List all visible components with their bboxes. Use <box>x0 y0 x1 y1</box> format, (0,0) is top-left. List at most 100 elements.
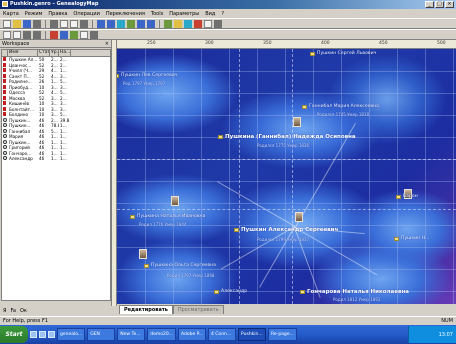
taskbar-button[interactable]: New Te... <box>117 328 146 341</box>
quick-launch-media-icon[interactable] <box>48 331 55 338</box>
quick-launch-ie-icon[interactable] <box>30 331 37 338</box>
person-label[interactable]: Пушкин Александр Сергеевич <box>241 227 338 233</box>
taskbar-button[interactable]: 4 Conn... <box>208 328 236 341</box>
zoom-out-icon[interactable] <box>147 19 155 28</box>
column-header[interactable]: Стат <box>38 50 50 56</box>
cut-icon[interactable] <box>50 19 58 28</box>
person-label[interactable]: Ганнибал Мария Алексеевна <box>309 104 379 109</box>
layout-icon[interactable] <box>117 19 125 28</box>
taskbar-button[interactable]: demo20... <box>147 328 176 341</box>
start-button[interactable]: Start <box>0 326 28 343</box>
grid-line <box>341 49 342 304</box>
person-portrait[interactable] <box>293 117 301 127</box>
person-label[interactable]: Род 1797 Умер 1797 <box>123 81 165 86</box>
person-label[interactable]: Пушкина (Ганнибал) Надежда Осиповна <box>225 134 356 140</box>
print-icon[interactable] <box>33 19 41 28</box>
person-node[interactable] <box>130 215 135 219</box>
person-portrait[interactable] <box>139 249 147 259</box>
person-node[interactable] <box>117 74 119 78</box>
link-icon[interactable] <box>184 19 192 28</box>
person-label[interactable]: Александр <box>221 289 247 294</box>
person-node[interactable] <box>394 237 399 241</box>
column-header[interactable]: Имя <box>8 50 38 56</box>
filter-icon[interactable] <box>127 19 135 28</box>
paste-icon[interactable] <box>70 19 78 28</box>
taskbar-button[interactable]: genealo... <box>57 328 86 341</box>
person-label[interactable]: Пушкин Сергей Львович <box>317 51 376 56</box>
open-folder-icon[interactable] <box>13 19 21 28</box>
person-label[interactable]: Родил 1776 Умер 1844 <box>139 222 186 227</box>
person-label[interactable]: Гончарова Наталья Николаевна <box>307 289 409 295</box>
person-label[interactable]: Родил 1797 Умер 1868 <box>167 273 214 278</box>
maximize-button[interactable]: □ <box>435 1 444 8</box>
quick-launch-desktop-icon[interactable] <box>39 331 46 338</box>
person-node[interactable] <box>396 195 401 199</box>
copy-icon[interactable] <box>60 19 68 28</box>
panel-footer-tab[interactable]: Я <box>3 308 6 314</box>
panel-footer-tab[interactable]: Ок <box>20 308 27 314</box>
menu-item-6[interactable]: Параметры <box>169 11 199 17</box>
save-icon[interactable] <box>23 19 31 28</box>
person-node[interactable] <box>214 290 219 294</box>
menu-item-5[interactable]: Tools <box>151 11 163 17</box>
person-label[interactable]: Родился 1745 Умер 1818 <box>317 112 369 117</box>
select-icon[interactable] <box>3 30 11 39</box>
minimize-button[interactable]: _ <box>425 1 434 8</box>
marker-icon[interactable] <box>194 19 202 28</box>
close-button[interactable]: × <box>445 1 454 8</box>
taskbar-button[interactable]: Re-page... <box>268 328 297 341</box>
tab-1[interactable]: Просматривать <box>172 305 224 314</box>
person-label[interactable]: Родился 1799 Умер 1837 <box>257 237 309 242</box>
arrow-icon[interactable] <box>204 19 212 28</box>
person-node[interactable] <box>310 52 315 56</box>
genealogy-map-canvas[interactable]: Пушкин Лев Сергеевич Род 1797 Умер 1797 Пу… <box>117 49 456 304</box>
undo-icon[interactable] <box>80 19 88 28</box>
panel-footer-tab[interactable]: Fa <box>10 308 15 314</box>
person-list[interactable]: Имя Стат Ур. На... Пушкин Ал... 50 2... 2... Цв… <box>1 49 111 301</box>
person-node[interactable] <box>234 228 239 232</box>
zoom-in-icon[interactable] <box>137 19 145 28</box>
menu-item-0[interactable]: Карта <box>3 11 19 17</box>
column-header[interactable]: На... <box>59 50 71 56</box>
person-portrait[interactable] <box>295 212 303 222</box>
taskbar-button[interactable]: Pushkin... <box>238 328 266 341</box>
menu-item-2[interactable]: Правка <box>48 11 67 17</box>
menu-item-1[interactable]: Режим <box>25 11 43 17</box>
distribute-icon[interactable] <box>33 30 41 39</box>
menu-item-7[interactable]: Вид <box>205 11 215 17</box>
person-label[interactable]: Родил 1812 Умер 1863 <box>333 297 380 302</box>
person-portrait[interactable] <box>171 196 179 206</box>
person-node[interactable] <box>144 264 149 268</box>
person-node[interactable] <box>300 290 305 294</box>
pointer-icon[interactable] <box>90 30 98 39</box>
menu-item-3[interactable]: Операции <box>73 11 99 17</box>
person-label[interactable]: Барон <box>403 194 418 199</box>
map-view-icon[interactable] <box>107 19 115 28</box>
person-node[interactable] <box>218 135 223 139</box>
taskbar-button[interactable]: GEN <box>87 328 116 341</box>
person-node[interactable] <box>302 105 307 109</box>
settings-icon[interactable] <box>214 19 222 28</box>
person-icon[interactable] <box>60 30 68 39</box>
text-tool-icon[interactable] <box>80 30 88 39</box>
highlight-icon[interactable] <box>174 19 182 28</box>
person-label[interactable]: Пушкин Лев Сергеевич <box>121 73 177 78</box>
hand-icon[interactable] <box>13 30 21 39</box>
new-file-icon[interactable] <box>3 19 11 28</box>
group-icon[interactable] <box>70 30 78 39</box>
person-label[interactable]: Пушкин Н... <box>401 236 429 241</box>
flag-icon[interactable] <box>50 30 58 39</box>
person-label[interactable]: Родился 1775 Умер 1836 <box>257 143 309 148</box>
menu-item-4[interactable]: Переключения <box>106 11 145 17</box>
person-label[interactable]: Пушкина Наталья Ивановна <box>137 214 205 219</box>
tree-view-icon[interactable] <box>97 19 105 28</box>
column-header[interactable]: Ур. <box>50 50 59 56</box>
menu-item-8[interactable]: ? <box>221 11 224 17</box>
list-item[interactable]: Александр 46 1... 1... <box>2 156 110 162</box>
taskbar-button[interactable]: Adobe P... <box>178 328 206 341</box>
panel-close-icon[interactable]: × <box>105 41 109 47</box>
align-icon[interactable] <box>23 30 31 39</box>
tab-0[interactable]: Редактировать <box>119 305 173 314</box>
grid-icon[interactable] <box>164 19 172 28</box>
person-label[interactable]: Пушкина Ольга Сергеевна <box>151 263 216 268</box>
